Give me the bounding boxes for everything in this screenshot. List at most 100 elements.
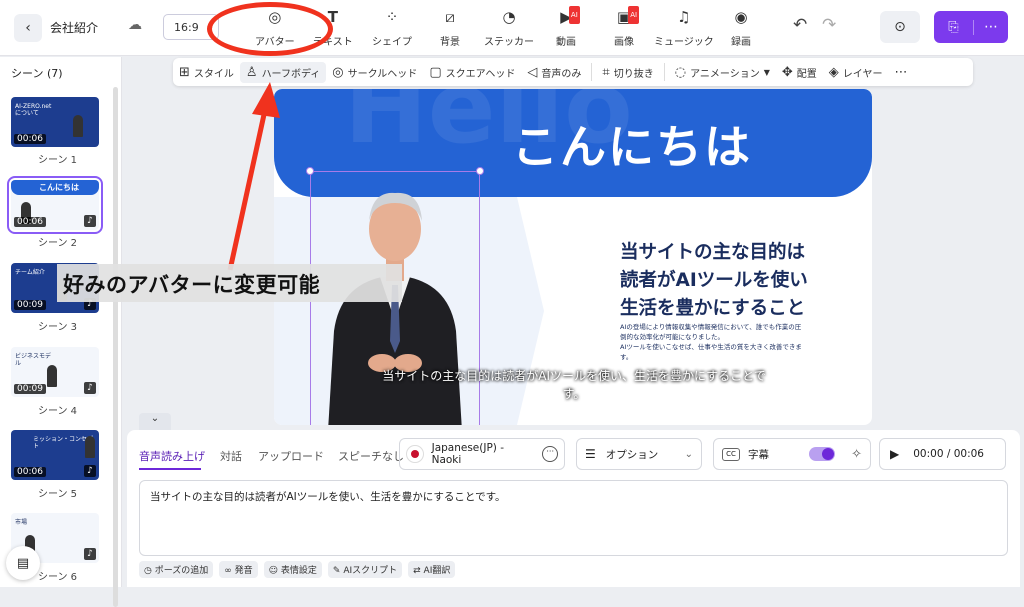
scene-thumb-1[interactable]: AI-ZERO.net について 00:06 bbox=[11, 97, 99, 147]
chevron-left-icon: ‹ bbox=[25, 20, 31, 36]
play-icon[interactable]: ▶ bbox=[890, 447, 899, 461]
sliders-icon: ☰ bbox=[585, 447, 596, 461]
person-icon: ♙ bbox=[245, 64, 258, 80]
background-icon: ⧄ bbox=[445, 8, 455, 26]
slide-body-line: す。 bbox=[620, 353, 633, 361]
tab-dialogue[interactable]: 対話 bbox=[220, 448, 242, 464]
toolbar-record[interactable]: ◉ 録画 bbox=[731, 8, 751, 48]
ai-badge: AI bbox=[628, 6, 640, 24]
circle-avatar-icon: ◎ bbox=[332, 64, 344, 80]
layer-button[interactable]: ◈ レイヤー bbox=[823, 62, 889, 83]
slide-headline[interactable]: こんにちは bbox=[512, 111, 752, 177]
audio-only-button[interactable]: ◁ 音声のみ bbox=[521, 62, 587, 83]
chevron-down-icon: ⌄ bbox=[150, 413, 160, 424]
aspect-ratio-value: 16:9 bbox=[174, 20, 199, 34]
scene-thumb-text: チーム紹介 bbox=[15, 269, 45, 276]
scene-thumb-2[interactable]: こんにちは 00:06 ♪ bbox=[7, 176, 103, 234]
subtitle-toggle[interactable] bbox=[809, 447, 836, 461]
grid-icon: ⊞ bbox=[179, 64, 190, 80]
top-bar: ‹ 会社紹介 ☁ 16:9 ⌄ ◎ アバター T テキスト ⁘ シェイプ ⧄ 背景 ◔ ステ… bbox=[0, 0, 1024, 56]
chat-icon: ▤ bbox=[16, 555, 30, 571]
arrange-button[interactable]: ✥ 配置 bbox=[776, 62, 823, 83]
resize-handle[interactable] bbox=[306, 167, 314, 175]
music-note-icon: ♪ bbox=[84, 382, 96, 394]
scene-thumb-5[interactable]: ミッション・コンセプト 00:06 ♪ bbox=[11, 430, 99, 480]
chip-label: 表情設定 bbox=[280, 566, 317, 576]
style-label: スタイル bbox=[193, 68, 234, 80]
chip-label: AI翻訳 bbox=[423, 566, 451, 576]
script-tools: ◷ ポーズの追加 ∞ 発音 ☺ 表情設定 ✎ AIスクリプト ⇄ AI翻訳 bbox=[139, 561, 456, 578]
sidebar-scrollbar[interactable] bbox=[113, 87, 118, 607]
toolbar-shape[interactable]: ⁘ シェイプ bbox=[372, 8, 412, 48]
resize-handle[interactable] bbox=[476, 167, 484, 175]
tab-upload[interactable]: アップロード bbox=[258, 448, 324, 464]
speaker-icon: ◁ bbox=[527, 64, 538, 80]
subtitle-caption: 当サイトの主な目的は読者がAIツールを使い、生活を豊かにすることで す。 bbox=[352, 367, 796, 403]
sticker-icon: ◔ bbox=[502, 8, 516, 26]
slide-title-line: 読者がAIツールを使い bbox=[620, 270, 808, 291]
ai-badge: AI bbox=[568, 6, 580, 24]
circle-head-button[interactable]: ◎ サークルヘッド bbox=[326, 62, 423, 83]
more-icon[interactable]: ··· bbox=[542, 446, 558, 462]
toolbar-record-label: 録画 bbox=[731, 37, 751, 48]
chat-button[interactable]: ▤ bbox=[6, 546, 40, 580]
crop-button[interactable]: ⌗ 切り抜き bbox=[596, 62, 659, 83]
ai-translate-button[interactable]: ⇄ AI翻訳 bbox=[408, 561, 456, 578]
collapse-panel-button[interactable]: ⌄ bbox=[139, 413, 171, 431]
scene-label: シーン 5 bbox=[38, 489, 78, 500]
redo-icon[interactable]: ↷ bbox=[822, 15, 836, 35]
pronunciation-button[interactable]: ∞ 発音 bbox=[219, 561, 258, 578]
toolbar-background[interactable]: ⧄ 背景 bbox=[440, 8, 460, 48]
back-button[interactable]: ‹ bbox=[14, 14, 42, 42]
toolbar-background-label: 背景 bbox=[440, 37, 460, 48]
voice-panel: 音声読み上げ 対話 アップロード スピーチなし Japanese(JP) - N… bbox=[127, 430, 1020, 587]
scene-duration: 00:09 bbox=[14, 384, 46, 394]
music-icon: ♫ bbox=[677, 8, 691, 26]
circle-head-label: サークルヘッド bbox=[347, 68, 418, 80]
export-button[interactable]: ⎘ ⋯ bbox=[934, 11, 1008, 43]
slide-canvas[interactable]: Hello こんにちは 当サイトの主な目的は 読者がAIツールを使い 生活を豊か… bbox=[274, 89, 872, 425]
toolbar-music[interactable]: ♫ ミュージック bbox=[654, 8, 714, 48]
scene-thumb-4[interactable]: ビジネスモデル 00:09 ♪ bbox=[11, 347, 99, 397]
toolbar-video[interactable]: ▶ AI 動画 bbox=[556, 6, 580, 48]
avatar bbox=[73, 115, 83, 137]
scene-label: シーン 6 bbox=[38, 572, 78, 583]
scene-label: シーン 4 bbox=[38, 406, 78, 417]
add-pause-button[interactable]: ◷ ポーズの追加 bbox=[139, 561, 214, 578]
more-options-button[interactable]: ⋯ bbox=[888, 62, 913, 83]
tab-tts[interactable]: 音声読み上げ bbox=[139, 448, 205, 464]
more-icon[interactable]: ⋯ bbox=[974, 19, 1008, 35]
square-head-button[interactable]: ▢ スクエアヘッド bbox=[423, 62, 521, 83]
option-select[interactable]: ☰ オプション ⌄ bbox=[576, 438, 702, 470]
pin-icon[interactable]: ✧ bbox=[851, 447, 862, 462]
music-note-icon: ♪ bbox=[84, 465, 96, 477]
active-tab-indicator bbox=[139, 468, 201, 470]
slide-title-line: 生活を豊かにすること bbox=[620, 298, 806, 319]
avatar bbox=[85, 436, 95, 458]
animation-button[interactable]: ◌ アニメーション ▼ bbox=[669, 62, 776, 83]
voice-select[interactable]: Japanese(JP) - Naoki ··· bbox=[399, 438, 565, 470]
highlight-ellipse bbox=[207, 2, 333, 56]
voice-label: Japanese(JP) - Naoki bbox=[431, 442, 505, 466]
scene-label: シーン 3 bbox=[38, 322, 78, 333]
music-note-icon: ♪ bbox=[84, 215, 96, 227]
slide-body[interactable]: AIの登場により情報収集や情報発信において、誰でも作業の圧 倒的な効率化が可能に… bbox=[620, 322, 860, 362]
undo-icon[interactable]: ↶ bbox=[793, 15, 807, 35]
scene-count: シーン (7) bbox=[11, 67, 63, 80]
script-textarea[interactable]: 当サイトの主な目的は読者がAIツールを使い、生活を豊かにすることです。 bbox=[139, 480, 1008, 556]
square-head-label: スクエアヘッド bbox=[445, 68, 516, 80]
toolbar-shape-label: シェイプ bbox=[372, 37, 412, 48]
toolbar-image-label: 画像 bbox=[614, 37, 634, 48]
expression-button[interactable]: ☺ 表情設定 bbox=[263, 561, 322, 578]
toolbar-sticker[interactable]: ◔ ステッカー bbox=[484, 8, 534, 48]
image-icon: ▣ AI bbox=[616, 6, 640, 26]
slide-title[interactable]: 当サイトの主な目的は 読者がAIツールを使い 生活を豊かにすること bbox=[620, 239, 860, 323]
preview-button[interactable]: ⊙ bbox=[880, 11, 920, 43]
ai-script-button[interactable]: ✎ AIスクリプト bbox=[327, 561, 403, 578]
avatar bbox=[47, 365, 57, 387]
project-title[interactable]: 会社紹介 bbox=[50, 19, 98, 36]
subtitle-label: 字幕 bbox=[748, 448, 769, 461]
chip-label: ポーズの追加 bbox=[154, 566, 209, 576]
tab-no-speech[interactable]: スピーチなし bbox=[338, 448, 404, 464]
toolbar-image[interactable]: ▣ AI 画像 bbox=[614, 6, 640, 48]
